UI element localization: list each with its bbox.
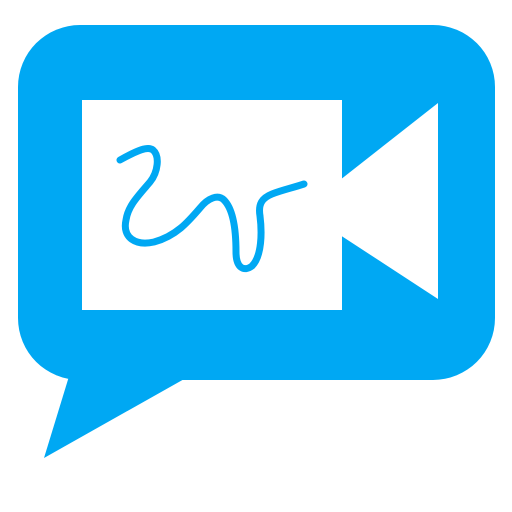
video-camera-body (82, 100, 342, 310)
video-chat-signature-icon (18, 25, 495, 458)
app-icon-canvas (0, 0, 512, 512)
